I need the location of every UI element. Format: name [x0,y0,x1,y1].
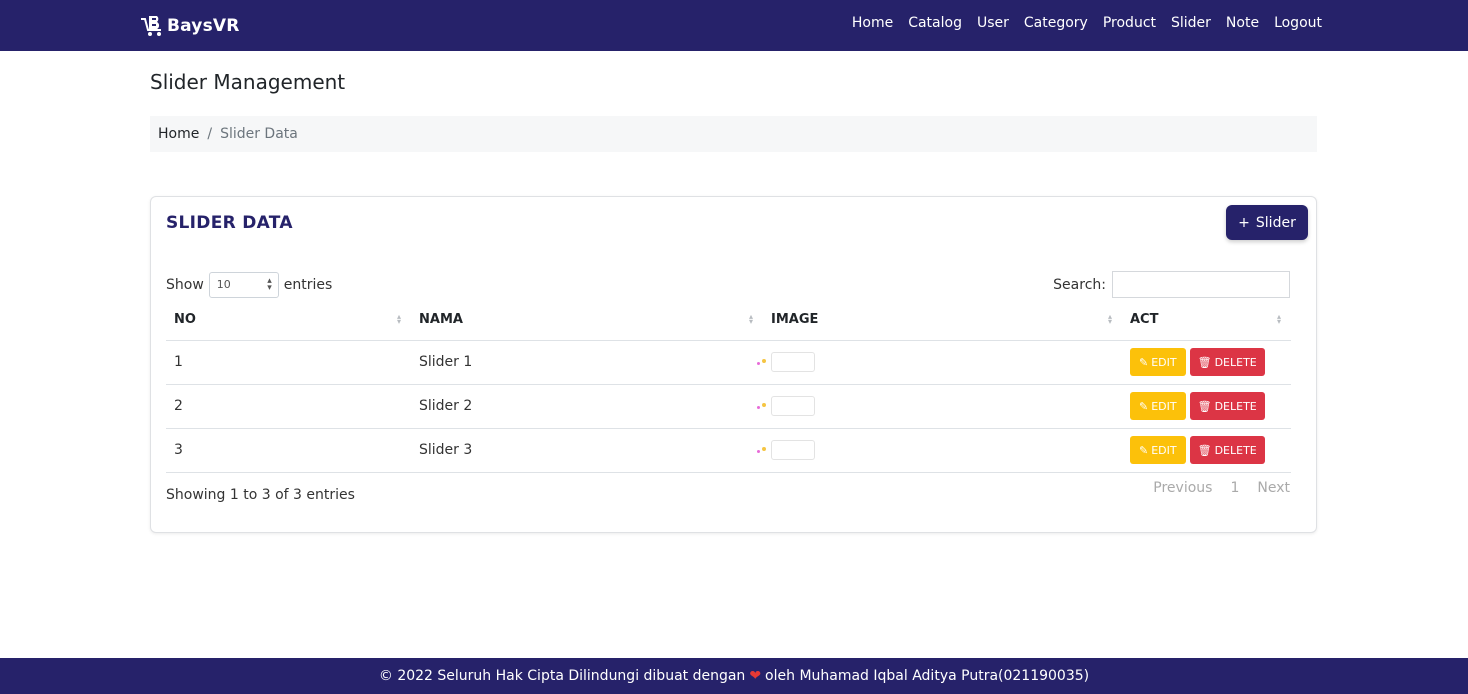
row-actions: ✎ EDIT 🗑 DELETE [1122,340,1291,385]
sort-icon: ▴ ▾ [748,312,753,326]
column-header-image[interactable]: IMAGE ▴ ▾ [763,300,1122,341]
trash-icon: 🗑 [1197,443,1212,457]
row-no: 2 [166,384,411,429]
column-header-no-label: NO [174,312,196,328]
entries-length-control: Show 10 ▴ ▾ entries [166,272,332,298]
table-row: 1 Slider 1 ✎ EDIT 🗑 DELETE [166,340,1291,385]
pagination-next[interactable]: Next [1257,480,1290,496]
column-header-act-label: ACT [1130,312,1159,328]
entries-select[interactable]: 10 ▴ ▾ [208,272,279,298]
column-header-nama[interactable]: NAMA ▴ ▾ [411,300,763,341]
nav-product[interactable]: Product [1103,15,1156,31]
nav-catalog[interactable]: Catalog [908,15,962,31]
table-row: 3 Slider 3 ✎ EDIT 🗑 DELETE [166,428,1291,473]
column-header-image-label: IMAGE [771,312,819,328]
column-header-act[interactable]: ACT ▴ ▾ [1122,300,1291,341]
edit-icon: ✎ [1139,443,1149,457]
breadcrumb-home[interactable]: Home [158,126,199,142]
cart-logo-icon [141,16,161,36]
trash-icon: 🗑 [1197,355,1212,369]
edit-button[interactable]: ✎ EDIT [1130,348,1186,376]
slider-thumbnail [757,352,815,372]
breadcrumb-current: Slider Data [220,126,298,142]
slider-table: NO ▴ ▾ NAMA ▴ ▾ IMAGE ▴ ▾ ACT ▴ ▾ 1 Slid… [166,300,1291,473]
breadcrumb-separator: / [207,126,213,142]
column-header-nama-label: NAMA [419,312,463,328]
slider-thumbnail [757,440,815,460]
edit-label: EDIT [1151,355,1177,369]
sort-icon: ▴ ▾ [1107,312,1112,326]
add-slider-label: Slider [1255,214,1296,231]
delete-label: DELETE [1214,443,1257,457]
row-image-cell [757,384,1122,429]
footer-suffix: oleh Muhamad Iqbal Aditya Putra(02119003… [765,668,1090,684]
footer: © 2022 Seluruh Hak Cipta Dilindungi dibu… [0,658,1468,694]
edit-icon: ✎ [1139,355,1149,369]
delete-label: DELETE [1214,355,1257,369]
delete-label: DELETE [1214,399,1257,413]
column-header-no[interactable]: NO ▴ ▾ [166,300,411,341]
nav-slider[interactable]: Slider [1171,15,1211,31]
row-nama: Slider 1 [411,340,763,385]
row-actions: ✎ EDIT 🗑 DELETE [1122,428,1291,473]
delete-button[interactable]: 🗑 DELETE [1189,348,1265,376]
sort-icon: ▴ ▾ [1276,312,1281,326]
row-image-cell [757,340,1122,385]
brand-name: BaysVR [167,16,240,36]
entries-value: 10 [216,278,231,291]
nav-note[interactable]: Note [1226,15,1259,31]
nav-home[interactable]: Home [852,15,893,31]
table-row: 2 Slider 2 ✎ EDIT 🗑 DELETE [166,384,1291,429]
nav-links: Home Catalog User Category Product Slide… [837,15,1322,31]
nav-category[interactable]: Category [1024,15,1088,31]
entries-label: entries [283,277,333,293]
edit-label: EDIT [1151,443,1177,457]
select-arrows-icon: ▴ ▾ [267,276,272,293]
edit-icon: ✎ [1139,399,1149,413]
search-control: Search: [1053,271,1290,298]
pagination-page-1[interactable]: 1 [1230,480,1239,496]
row-nama: Slider 2 [411,384,763,429]
show-label: Show [166,277,204,293]
pagination-previous[interactable]: Previous [1153,480,1212,496]
slider-thumbnail [757,396,815,416]
slider-data-card: SLIDER DATA + Slider Show 10 ▴ ▾ entries … [150,196,1317,533]
heart-icon: ❤ [749,668,762,684]
pagination: Previous 1 Next [1135,480,1290,496]
table-header-row: NO ▴ ▾ NAMA ▴ ▾ IMAGE ▴ ▾ ACT ▴ ▾ [166,300,1291,341]
page-title: Slider Management [150,70,346,94]
sort-icon: ▴ ▾ [396,312,401,326]
footer-prefix: © 2022 Seluruh Hak Cipta Dilindungi dibu… [378,668,746,684]
add-slider-button[interactable]: + Slider [1226,205,1308,240]
brand-link[interactable]: BaysVR [139,13,240,39]
search-label: Search: [1053,276,1106,293]
row-actions: ✎ EDIT 🗑 DELETE [1122,384,1291,429]
breadcrumb: Home / Slider Data [150,116,1317,152]
nav-logout[interactable]: Logout [1274,15,1322,31]
nav-user[interactable]: User [977,15,1009,31]
row-no: 3 [166,428,411,473]
edit-label: EDIT [1151,399,1177,413]
table-info: Showing 1 to 3 of 3 entries [166,487,355,503]
edit-button[interactable]: ✎ EDIT [1130,392,1186,420]
plus-icon: + [1238,214,1250,231]
delete-button[interactable]: 🗑 DELETE [1189,436,1265,464]
edit-button[interactable]: ✎ EDIT [1130,436,1186,464]
trash-icon: 🗑 [1197,399,1212,413]
top-navbar: BaysVR Home Catalog User Category Produc… [0,0,1468,51]
row-nama: Slider 3 [411,428,763,473]
card-title: SLIDER DATA [166,213,293,233]
row-no: 1 [166,340,411,385]
row-image-cell [757,428,1122,473]
search-input[interactable] [1112,271,1290,298]
delete-button[interactable]: 🗑 DELETE [1189,392,1265,420]
